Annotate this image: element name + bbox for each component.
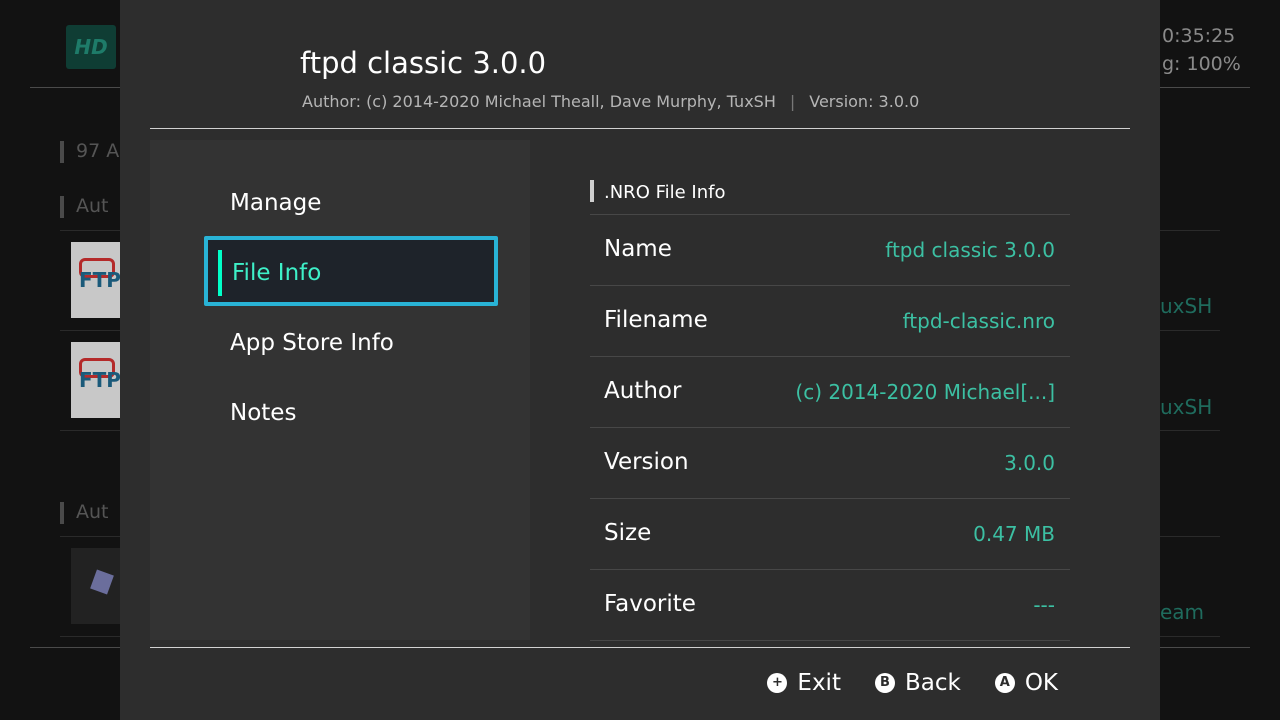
button-hints: + Exit B Back A OK [767, 668, 1058, 698]
row-value: 3.0.0 [1004, 451, 1055, 475]
bg-section-header: Aut [60, 195, 109, 218]
row-key: Author [604, 378, 682, 404]
sidebar: Manage File Info App Store Info Notes [150, 140, 530, 640]
bg-row-author: eam [1160, 600, 1205, 624]
row-key: Size [604, 520, 652, 546]
bg-section-header: 97 A [60, 140, 119, 163]
row-value: (c) 2014-2020 Michael[...] [795, 380, 1055, 404]
list-item-filename[interactable]: Filename ftpd-classic.nro [590, 285, 1070, 356]
header-divider [150, 128, 1130, 129]
bg-row-author: uxSH [1160, 395, 1213, 419]
footer-divider [150, 647, 1130, 648]
back-label: Back [904, 670, 961, 696]
b-button-icon: B [874, 673, 895, 693]
battery-status: g: 100% [1162, 53, 1241, 75]
exit-label: Exit [797, 670, 841, 696]
section-header: .NRO File Info [590, 180, 726, 205]
app-details-dialog: ftpd classic 3.0.0 Author: (c) 2014-2020… [120, 0, 1160, 720]
selection-indicator [218, 250, 222, 296]
list-item-size[interactable]: Size 0.47 MB [590, 498, 1070, 569]
icon-text: FTP [79, 268, 121, 292]
back-button[interactable]: B Back [874, 668, 961, 698]
dialog-subtitle: Author: (c) 2014-2020 Michael Theall, Da… [302, 91, 919, 113]
status-area: 0:35:25 g: 100% [1162, 22, 1241, 78]
exit-button[interactable]: + Exit [767, 668, 841, 698]
a-button-icon: A [994, 673, 1015, 693]
clock: 0:35:25 [1162, 25, 1236, 47]
app-logo: HD [66, 25, 116, 69]
ok-button[interactable]: A OK [994, 668, 1058, 698]
row-key: Name [604, 236, 672, 262]
app-icon: FTP [71, 342, 121, 418]
plus-button-icon: + [767, 673, 788, 693]
sidebar-item-app-store-info[interactable]: App Store Info [230, 328, 394, 358]
row-value: ftpd-classic.nro [902, 309, 1055, 333]
row-key: Version [604, 449, 689, 475]
bg-row-author: uxSH [1160, 294, 1213, 318]
subtitle-separator: | [789, 92, 796, 111]
box-icon [71, 548, 121, 624]
app-icon: FTP [71, 242, 121, 318]
row-value: 0.47 MB [973, 522, 1055, 546]
sidebar-item-label: File Info [232, 260, 322, 286]
list-item-name[interactable]: Name ftpd classic 3.0.0 [590, 214, 1070, 285]
row-value: --- [1033, 593, 1055, 617]
ok-label: OK [1024, 670, 1058, 696]
sidebar-item-manage[interactable]: Manage [230, 188, 321, 218]
list-item-version[interactable]: Version 3.0.0 [590, 427, 1070, 498]
file-info-list: Name ftpd classic 3.0.0 Filename ftpd-cl… [590, 214, 1070, 641]
row-key: Favorite [604, 591, 696, 617]
subtitle-version: Version: 3.0.0 [809, 92, 920, 111]
row-value: ftpd classic 3.0.0 [885, 238, 1055, 262]
sidebar-item-file-info[interactable]: File Info [204, 236, 498, 306]
icon-text: FTP [79, 368, 121, 392]
bg-section-header: Aut [60, 501, 109, 524]
sidebar-item-notes[interactable]: Notes [230, 398, 296, 428]
list-item-author[interactable]: Author (c) 2014-2020 Michael[...] [590, 356, 1070, 427]
subtitle-author: Author: (c) 2014-2020 Michael Theall, Da… [302, 92, 776, 111]
list-item-favorite[interactable]: Favorite --- [590, 569, 1070, 641]
row-key: Filename [604, 307, 708, 333]
dialog-title: ftpd classic 3.0.0 [300, 46, 547, 80]
